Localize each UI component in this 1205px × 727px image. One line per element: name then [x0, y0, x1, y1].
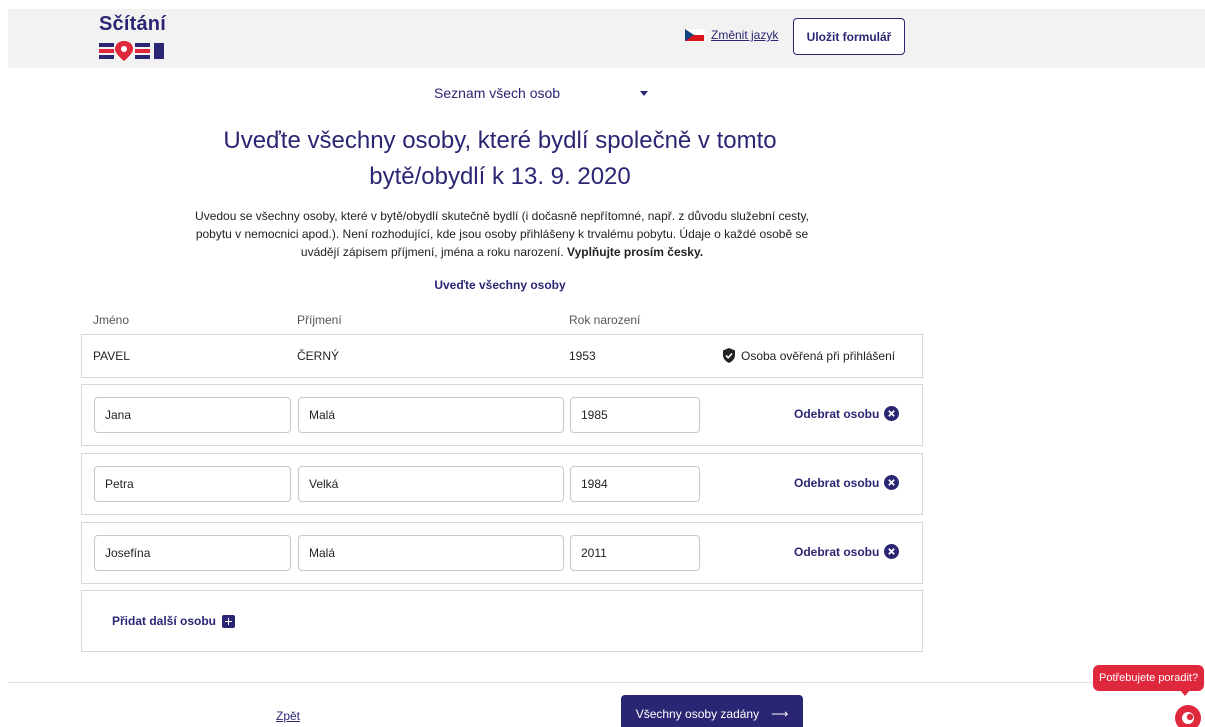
chat-icon: [1182, 712, 1194, 724]
arrow-right-icon: ⟶: [771, 707, 789, 721]
add-person-button[interactable]: Přidat další osobu: [112, 614, 236, 628]
birth-year-input[interactable]: [570, 535, 700, 571]
dropdown-label: Seznam všech osob: [434, 85, 561, 101]
remove-circle-icon: [884, 475, 900, 490]
page-title: Uveďte všechny osoby, které bydlí společ…: [223, 127, 777, 190]
save-form-button[interactable]: Uložit formulář: [793, 18, 905, 55]
help-bubble-tail: [1180, 690, 1190, 696]
footer-divider: [8, 682, 1205, 683]
scitani-logo[interactable]: Sčítání 2021: [99, 13, 171, 67]
change-language-link[interactable]: Změnit jazyk: [711, 28, 778, 42]
first-name-input[interactable]: [94, 466, 291, 502]
verified-first-name: PAVEL: [93, 349, 130, 363]
verified-badge: Osoba ověřená při přihlášení: [722, 348, 895, 363]
help-bubble[interactable]: Potřebujete poradit?: [1093, 665, 1205, 691]
chat-fab-icon[interactable]: [1175, 705, 1201, 727]
person-row: Odebrat osobu: [81, 384, 923, 446]
verified-label: Osoba ověřená při přihlášení: [741, 348, 896, 363]
column-header-first-name: Jméno: [93, 313, 130, 327]
language-switcher[interactable]: Změnit jazyk: [685, 28, 778, 42]
column-header-last-name: Příjmení: [297, 313, 342, 327]
remove-person-label: Odebrat osobu: [794, 475, 880, 490]
last-name-input[interactable]: [298, 397, 564, 433]
first-name-input[interactable]: [94, 535, 291, 571]
plus-square-icon: [222, 614, 236, 628]
verified-last-name: ČERNÝ: [297, 349, 340, 363]
section-dropdown[interactable]: Seznam všech osob: [434, 83, 654, 103]
remove-person-button[interactable]: Odebrat osobu: [794, 406, 900, 421]
remove-person-button[interactable]: Odebrat osobu: [794, 475, 900, 490]
remove-circle-icon: [884, 406, 900, 421]
remove-person-label: Odebrat osobu: [794, 406, 880, 421]
logo-year-2021: [99, 41, 164, 61]
description-text: Uvedou se všechny osoby, které v bytě/ob…: [195, 209, 809, 259]
remove-person-label: Odebrat osobu: [794, 544, 880, 559]
column-header-birth-year: Rok narození: [569, 313, 641, 327]
page-description: Uvedou se všechny osoby, které v bytě/ob…: [178, 207, 826, 261]
person-row-verified: PAVEL ČERNÝ 1953 Osoba ověřená při přihl…: [81, 334, 923, 378]
person-row: Odebrat osobu: [81, 453, 923, 515]
all-persons-entered-button[interactable]: Všechny osoby zadány ⟶: [621, 695, 803, 727]
person-row: Odebrat osobu: [81, 522, 923, 584]
birth-year-input[interactable]: [570, 397, 700, 433]
all-persons-entered-label: Všechny osoby zadány: [635, 707, 760, 721]
last-name-input[interactable]: [298, 535, 564, 571]
remove-circle-icon: [884, 544, 900, 559]
first-name-input[interactable]: [94, 397, 291, 433]
czech-flag-icon: [685, 29, 704, 41]
back-link[interactable]: Zpět: [276, 709, 300, 723]
description-emphasis: Vyplňujte prosím česky.: [567, 245, 704, 259]
persons-subheading: Uveďte všechny osoby: [434, 278, 566, 292]
birth-year-input[interactable]: [570, 466, 700, 502]
logo-text: Sčítání: [99, 13, 166, 35]
last-name-input[interactable]: [298, 466, 564, 502]
add-person-row: Přidat další osobu: [81, 590, 923, 652]
verified-birth-year: 1953: [569, 349, 596, 363]
remove-person-button[interactable]: Odebrat osobu: [794, 544, 900, 559]
caret-down-icon: [640, 90, 648, 96]
add-person-label: Přidat další osobu: [112, 614, 217, 628]
top-header: Sčítání 2021 Změnit jazyk Uložit formulá…: [8, 9, 1205, 68]
shield-check-icon: [723, 348, 735, 363]
